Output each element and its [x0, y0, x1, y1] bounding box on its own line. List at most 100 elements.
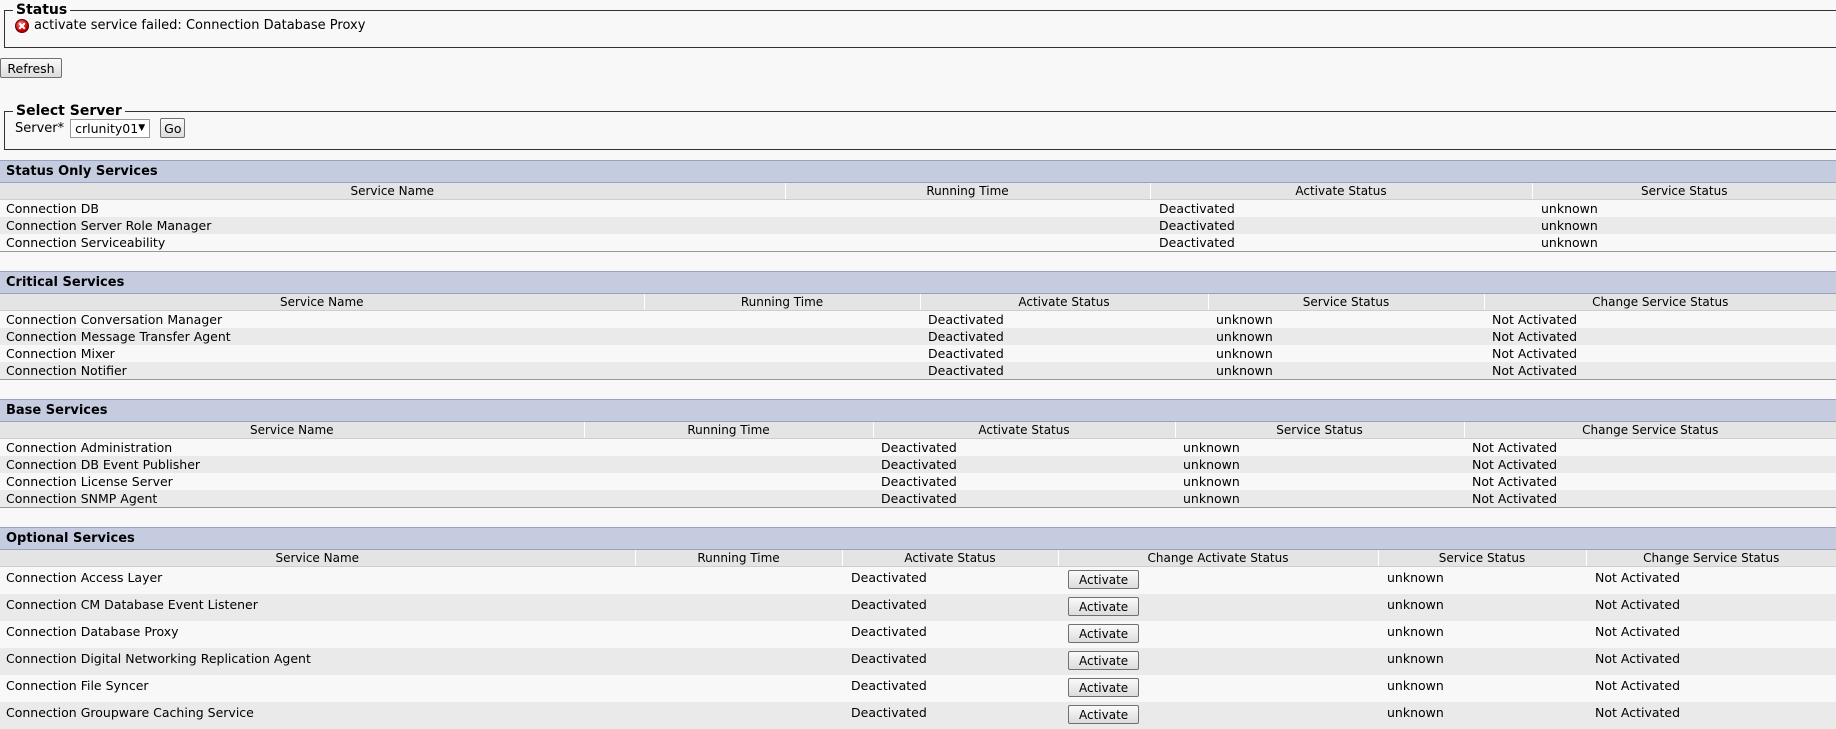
server-select[interactable]: crlunity01 ▼: [70, 118, 151, 138]
service-status: unknown: [1378, 594, 1586, 621]
service-status: unknown: [1175, 473, 1464, 490]
critical-services-section: Critical Services Service Name Running T…: [0, 271, 1836, 380]
activate-status: Deactivated: [842, 621, 1058, 648]
change-service-status: Not Activated: [1484, 345, 1836, 362]
activate-status: Deactivated: [1150, 199, 1532, 217]
activate-status: Deactivated: [920, 345, 1208, 362]
change-service-status: Not Activated: [1586, 594, 1836, 621]
table-row: Connection Database Proxy Deactivated Ac…: [0, 621, 1836, 648]
running-time: [644, 362, 920, 379]
running-time: [584, 473, 873, 490]
optional-services-section: Optional Services Service Name Running T…: [0, 527, 1836, 729]
service-name: Connection SNMP Agent: [0, 490, 584, 507]
column-header: Running Time: [583, 422, 873, 439]
service-name: Connection Mixer: [0, 345, 644, 362]
change-activate-status-cell: Activate: [1058, 648, 1378, 675]
table-row: Connection SNMP Agent Deactivated unknow…: [0, 490, 1836, 507]
base-services-section: Base Services Service Name Running Time …: [0, 399, 1836, 508]
change-activate-status-cell: Activate: [1058, 594, 1378, 621]
column-header: Change Service Status: [1463, 422, 1836, 439]
service-name: Connection Groupware Caching Service: [0, 702, 635, 729]
table-row: Connection Access Layer Deactivated Acti…: [0, 566, 1836, 594]
activate-status: Deactivated: [842, 648, 1058, 675]
change-activate-status-cell: Activate: [1058, 702, 1378, 729]
activate-status: Deactivated: [873, 438, 1175, 456]
section-title: Optional Services: [0, 527, 1836, 550]
service-status: unknown: [1175, 438, 1464, 456]
change-service-status: Not Activated: [1464, 456, 1836, 473]
service-status: unknown: [1208, 345, 1484, 362]
change-service-status: Not Activated: [1484, 328, 1836, 345]
column-header: Activate Status: [841, 550, 1058, 567]
activate-status: Deactivated: [873, 456, 1175, 473]
activate-button[interactable]: Activate: [1068, 678, 1140, 697]
change-service-status: Not Activated: [1586, 566, 1836, 594]
service-name: Connection Digital Networking Replicatio…: [0, 648, 635, 675]
service-status: unknown: [1208, 310, 1484, 328]
service-status: unknown: [1378, 702, 1586, 729]
activate-button[interactable]: Activate: [1068, 624, 1140, 643]
service-name: Connection Conversation Manager: [0, 310, 644, 328]
column-header: Change Service Status: [1585, 550, 1836, 567]
service-name: Connection CM Database Event Listener: [0, 594, 635, 621]
critical-services-table: Service Name Running Time Activate Statu…: [0, 294, 1836, 379]
error-icon: [15, 18, 29, 33]
activate-status: Deactivated: [920, 310, 1208, 328]
service-status: unknown: [1532, 199, 1836, 217]
status-legend: Status: [16, 2, 68, 18]
table-row: Connection Groupware Caching Service Dea…: [0, 702, 1836, 729]
activate-button[interactable]: Activate: [1068, 705, 1140, 724]
table-row: Connection DB Deactivated unknown: [0, 199, 1836, 217]
activate-status: Deactivated: [873, 490, 1175, 507]
service-status: unknown: [1532, 234, 1836, 251]
change-service-status: Not Activated: [1464, 490, 1836, 507]
change-service-status: Not Activated: [1586, 648, 1836, 675]
column-header: Running Time: [784, 183, 1150, 200]
table-row: Connection Server Role Manager Deactivat…: [0, 217, 1836, 234]
service-name: Connection DB Event Publisher: [0, 456, 584, 473]
column-header: Activate Status: [872, 422, 1175, 439]
activate-status: Deactivated: [1150, 217, 1532, 234]
column-header: Activate Status: [1149, 183, 1532, 200]
column-header: Service Status: [1207, 294, 1484, 311]
change-activate-status-cell: Activate: [1058, 621, 1378, 648]
activate-button[interactable]: Activate: [1068, 570, 1140, 589]
service-name: Connection Database Proxy: [0, 621, 635, 648]
activate-button[interactable]: Activate: [1068, 597, 1140, 616]
section-title: Critical Services: [0, 271, 1836, 294]
service-name: Connection Administration: [0, 438, 584, 456]
service-name: Connection Notifier: [0, 362, 644, 379]
column-header: Change Service Status: [1483, 294, 1836, 311]
running-time: [584, 438, 873, 456]
server-selected-value: crlunity01: [75, 120, 139, 136]
section-title: Status Only Services: [0, 160, 1836, 183]
service-status: unknown: [1175, 456, 1464, 473]
service-name: Connection Access Layer: [0, 566, 635, 594]
select-server-panel: Select Server Server* crlunity01 ▼ Go: [4, 103, 1836, 150]
running-time: [584, 490, 873, 507]
optional-services-table: Service Name Running Time Activate Statu…: [0, 550, 1836, 729]
go-button[interactable]: Go: [160, 118, 186, 138]
running-time: [644, 345, 920, 362]
change-service-status: Not Activated: [1484, 362, 1836, 379]
service-name: Connection Serviceability: [0, 234, 785, 251]
running-time: [635, 594, 842, 621]
service-name: Connection Message Transfer Agent: [0, 328, 644, 345]
table-row: Connection Mixer Deactivated unknown Not…: [0, 345, 1836, 362]
column-header: Running Time: [634, 550, 842, 567]
running-time: [644, 310, 920, 328]
status-only-services-section: Status Only Services Service Name Runnin…: [0, 160, 1836, 252]
activate-button[interactable]: Activate: [1068, 651, 1140, 670]
change-service-status: Not Activated: [1464, 473, 1836, 490]
refresh-button[interactable]: Refresh: [0, 58, 62, 78]
table-row: Connection Conversation Manager Deactiva…: [0, 310, 1836, 328]
activate-status: Deactivated: [920, 328, 1208, 345]
running-time: [635, 566, 842, 594]
section-title: Base Services: [0, 399, 1836, 422]
service-status: unknown: [1532, 217, 1836, 234]
table-row: Connection Administration Deactivated un…: [0, 438, 1836, 456]
change-service-status: Not Activated: [1586, 702, 1836, 729]
chevron-down-icon: ▼: [138, 123, 146, 133]
column-header: Service Name: [0, 294, 644, 311]
change-service-status: Not Activated: [1484, 310, 1836, 328]
